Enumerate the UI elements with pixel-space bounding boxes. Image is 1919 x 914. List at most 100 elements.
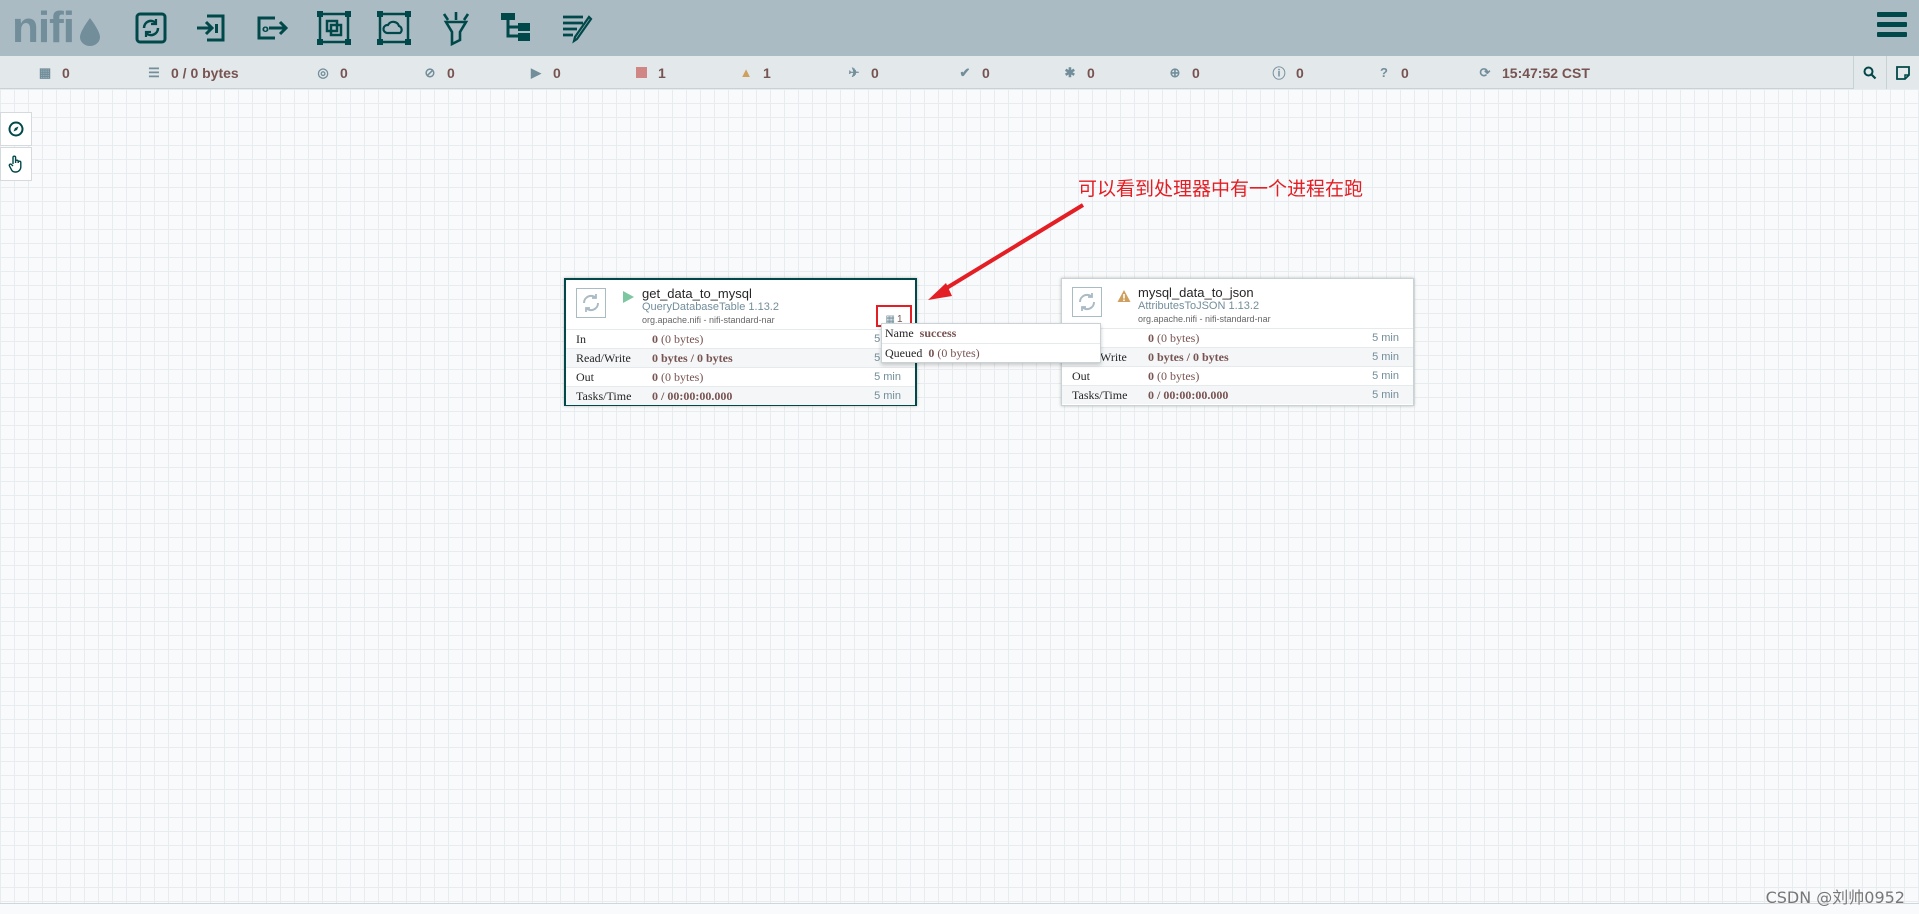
process-group-tool-icon[interactable] (314, 8, 354, 48)
template-tool-icon[interactable] (496, 8, 536, 48)
input-port-tool-icon[interactable] (191, 8, 231, 48)
processor-header: mysql_data_to_json AttributesToJSON 1.13… (1062, 279, 1413, 328)
processor-name: get_data_to_mysql (642, 286, 752, 301)
active-threads-stat: ▦ 0 (38, 56, 70, 89)
connection-queued-label: Queued (885, 345, 923, 360)
remote-process-group-tool-icon[interactable] (374, 8, 414, 48)
transmitting-icon: ◎ (317, 64, 329, 80)
processor-icon (576, 288, 606, 318)
stat-row-tasks: Tasks/Time 0 / 00:00:00.000 5 min (1062, 385, 1413, 404)
stale-stat: ⊕ 0 (1168, 56, 1200, 89)
tasks-time: 5 min (1372, 389, 1399, 401)
list-icon: ☰ (148, 64, 160, 80)
search-icon (1863, 66, 1877, 79)
top-header: nifi o (0, 0, 1919, 56)
tasks-label: Tasks/Time (576, 388, 632, 403)
stopped-value: 1 (658, 64, 666, 81)
stop-icon (634, 66, 648, 80)
global-menu-button[interactable] (1877, 12, 1907, 44)
sticky-note-icon (1896, 65, 1910, 80)
compass-icon (8, 121, 24, 137)
stale-value: 0 (1192, 64, 1200, 81)
running-state-icon (623, 291, 634, 303)
active-threads-value: 0 (62, 64, 70, 81)
queued-stat: ☰ 0 / 0 bytes (147, 56, 239, 89)
svg-text:o: o (262, 24, 269, 35)
up-to-date-stat: ✔ 0 (958, 56, 990, 89)
processor-mysql-data-to-json[interactable]: mysql_data_to_json AttributesToJSON 1.13… (1061, 278, 1414, 406)
processor-bundle: org.apache.nifi - nifi-standard-nar (1138, 314, 1271, 324)
stat-row-tasks: Tasks/Time 0 / 00:00:00.000 5 min (566, 386, 915, 405)
asterisk-icon: ✱ (1064, 64, 1076, 80)
connection-name-value: success (919, 326, 957, 340)
stat-row-read-write: Read/Write 0 bytes / 0 bytes 5 min (566, 348, 915, 367)
read-write-value: 0 bytes / 0 bytes (1148, 349, 1229, 364)
invalid-stat: ▲ 1 (739, 56, 771, 89)
not-transmitting-stat: ⊘ 0 (423, 56, 455, 89)
refresh-time: 15:47:52 CST (1502, 64, 1590, 81)
running-value: 0 (553, 64, 561, 81)
label-tool-icon[interactable] (558, 8, 598, 48)
processor-bundle: org.apache.nifi - nifi-standard-nar (642, 315, 775, 325)
search-button[interactable] (1853, 56, 1886, 89)
logo-text: nifi (12, 3, 75, 52)
processor-stats: In 0 (0 bytes) 5 min Read/Write 0 bytes … (566, 329, 915, 405)
processor-stats: In 0 (0 bytes) 5 min Read/Write 0 bytes … (1062, 328, 1413, 404)
threads-icon: ▦ (38, 64, 52, 80)
invalid-value: 1 (763, 64, 771, 81)
queued-value: 0 / 0 bytes (171, 64, 239, 81)
processor-type: QueryDatabaseTable 1.13.2 (642, 301, 779, 313)
in-label: In (576, 331, 586, 346)
stat-row-read-write: Read/Write 0 bytes / 0 bytes 5 min (1062, 347, 1413, 366)
not-transmitting-value: 0 (447, 64, 455, 81)
stopped-stat: 1 (634, 56, 666, 89)
annotation-text: 可以看到处理器中有一个进程在跑 (1078, 178, 1364, 200)
read-write-label: Read/Write (576, 350, 631, 365)
not-transmitting-icon: ⊘ (424, 64, 436, 80)
disabled-value: 0 (871, 64, 879, 81)
in-value: 0 (0 bytes) (652, 331, 704, 346)
in-value: 0 (0 bytes) (1148, 330, 1200, 345)
processor-icon (1072, 287, 1102, 317)
in-time: 5 min (1372, 332, 1399, 344)
sync-failure-value: 0 (1401, 64, 1409, 81)
warning-icon: ▲ (739, 65, 753, 80)
navigate-button[interactable] (0, 112, 32, 146)
processor-header: get_data_to_mysql QueryDatabaseTable 1.1… (566, 280, 915, 329)
funnel-tool-icon[interactable] (436, 8, 476, 48)
out-time: 5 min (1372, 370, 1399, 382)
read-write-time: 5 min (1372, 351, 1399, 363)
out-value: 0 (0 bytes) (1148, 368, 1200, 383)
connection-tooltip: Name success Queued 0 (0 bytes) (881, 323, 1101, 363)
processor-tool-icon[interactable] (131, 8, 171, 48)
refresh-icon[interactable]: ⟳ (1478, 65, 1492, 80)
locally-modified-value: 0 (1087, 64, 1095, 81)
stat-row-out: Out 0 (0 bytes) 5 min (566, 367, 915, 386)
connection-name-label: Name (885, 326, 914, 340)
stale-icon: ⊕ (1169, 64, 1181, 80)
logo-drop-icon (80, 18, 100, 46)
stat-row-in: In 0 (0 bytes) 5 min (1062, 328, 1413, 347)
out-time: 5 min (874, 371, 901, 383)
read-write-value: 0 bytes / 0 bytes (652, 350, 733, 365)
refresh-stat[interactable]: ⟳ 15:47:52 CST (1478, 56, 1590, 89)
flow-status-bar: ▦ 0 ☰ 0 / 0 bytes ◎ 0 ⊘ 0 ▶ 0 1 ▲ 1 ✈ 0 ✔ 0 ✱ 0 ⊕… (0, 56, 1919, 89)
flow-canvas[interactable] (0, 89, 1919, 903)
processor-get-data-to-mysql[interactable]: get_data_to_mysql QueryDatabaseTable 1.1… (564, 278, 917, 406)
question-icon: ? (1380, 65, 1388, 80)
output-port-tool-icon[interactable]: o (251, 8, 291, 48)
connection-queued-row: Queued 0 (0 bytes) (882, 343, 1100, 362)
tasks-value: 0 / 00:00:00.000 (1148, 387, 1229, 402)
exclamation-icon: ⓘ (1272, 66, 1286, 81)
disabled-stat: ✈ 0 (847, 56, 879, 89)
check-icon: ✔ (959, 64, 971, 80)
bulletin-button[interactable] (1886, 56, 1919, 89)
tasks-label: Tasks/Time (1072, 387, 1128, 402)
operate-button[interactable] (0, 147, 32, 181)
disabled-icon: ✈ (848, 64, 860, 80)
tasks-time: 5 min (874, 390, 901, 402)
processor-name: mysql_data_to_json (1138, 285, 1254, 300)
connection-queued-bytes: (0 bytes) (937, 345, 980, 360)
tasks-value: 0 / 00:00:00.000 (652, 388, 733, 403)
footer-divider (0, 903, 1919, 904)
